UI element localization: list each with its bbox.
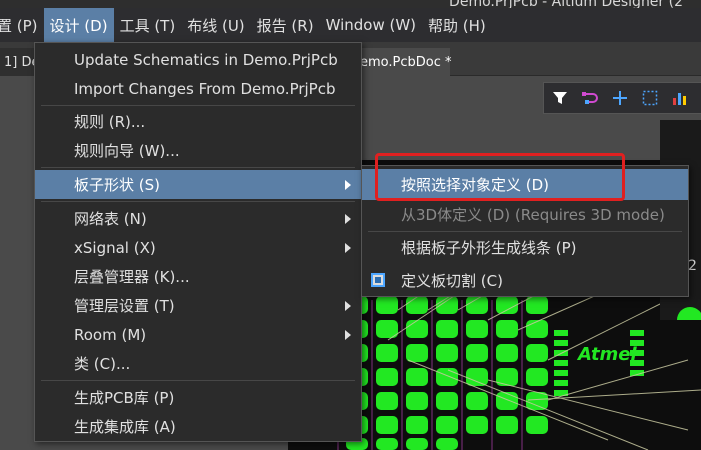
board-shape-item[interactable]: 板子形状 (S) <box>35 170 361 199</box>
make-pcb-library-item[interactable]: 生成PCB库 (P) <box>35 383 361 412</box>
create-primitives-from-board-shape-item[interactable]: 根据板子外形生成线条 (P) <box>362 232 688 263</box>
svg-text:Atmel: Atmel <box>576 344 638 365</box>
netlist-item[interactable]: 网络表 (N) <box>35 204 361 233</box>
menu-separator <box>41 167 355 168</box>
room-item[interactable]: Room (M) <box>35 320 361 349</box>
svg-text:2: 2 <box>688 258 697 274</box>
rules-item[interactable]: 规则 (R)... <box>35 107 361 136</box>
menu-window[interactable]: Window (W) <box>320 8 422 42</box>
board-shape-label: 板子形状 (S) <box>74 176 160 194</box>
xsignal-label: xSignal (X) <box>74 238 156 257</box>
menu-separator <box>41 380 355 381</box>
define-board-cutout-label: 定义板切割 (C) <box>401 272 503 290</box>
submenu-arrow-icon <box>345 301 351 311</box>
add-icon[interactable] <box>610 88 630 108</box>
filter-icon[interactable] <box>550 88 570 108</box>
menu-separator <box>41 105 355 106</box>
rules-wizard-item[interactable]: 规则向导 (W)... <box>35 136 361 165</box>
make-integrated-library-item[interactable]: 生成集成库 (A) <box>35 412 361 441</box>
menu-place[interactable]: 置 (P) <box>0 8 44 42</box>
tab-schematic[interactable]: 1] De <box>0 48 39 76</box>
import-changes-item[interactable]: Import Changes From Demo.PrjPcb <box>35 74 361 103</box>
pcb-toolbar <box>543 82 701 114</box>
menu-route[interactable]: 布线 (U) <box>181 8 250 42</box>
classes-item[interactable]: 类 (C)... <box>35 349 361 378</box>
chart-icon[interactable] <box>670 88 690 108</box>
menu-bar: 置 (P) 设计 (D) 工具 (T) 布线 (U) 报告 (R) Window… <box>0 8 701 42</box>
submenu-arrow-icon <box>345 330 351 340</box>
select-rect-icon[interactable] <box>640 88 660 108</box>
layer-stack-manager-item[interactable]: 层叠管理器 (K)... <box>35 262 361 291</box>
manage-layer-sets-label: 管理层设置 (T) <box>74 297 175 315</box>
menu-separator <box>41 201 355 202</box>
menu-reports[interactable]: 报告 (R) <box>251 8 320 42</box>
submenu-arrow-icon <box>345 243 351 253</box>
define-from-3d-body-item: 从3D体定义 (D) (Requires 3D mode) <box>401 206 665 224</box>
menu-design[interactable]: 设计 (D) <box>43 8 114 42</box>
menu-help[interactable]: 帮助 (H) <box>422 8 492 42</box>
submenu-arrow-icon <box>345 180 351 190</box>
route-icon[interactable] <box>580 88 600 108</box>
update-schematics-item[interactable]: Update Schematics in Demo.PrjPcb <box>35 45 361 74</box>
netlist-label: 网络表 (N) <box>74 210 147 228</box>
annotation-highlight-box <box>375 153 625 201</box>
board-cutout-icon <box>371 273 385 287</box>
tab-pcbdoc[interactable]: emo.PcbDoc * <box>352 48 452 76</box>
menu-tools[interactable]: 工具 (T) <box>114 8 182 42</box>
define-board-cutout-item[interactable]: 定义板切割 (C) <box>362 265 688 296</box>
design-menu-dropdown: Update Schematics in Demo.PrjPcb Import … <box>34 42 362 442</box>
manage-layer-sets-item[interactable]: 管理层设置 (T) <box>35 291 361 320</box>
xsignal-item[interactable]: xSignal (X) <box>35 233 361 262</box>
room-label: Room (M) <box>74 325 147 344</box>
submenu-arrow-icon <box>345 214 351 224</box>
